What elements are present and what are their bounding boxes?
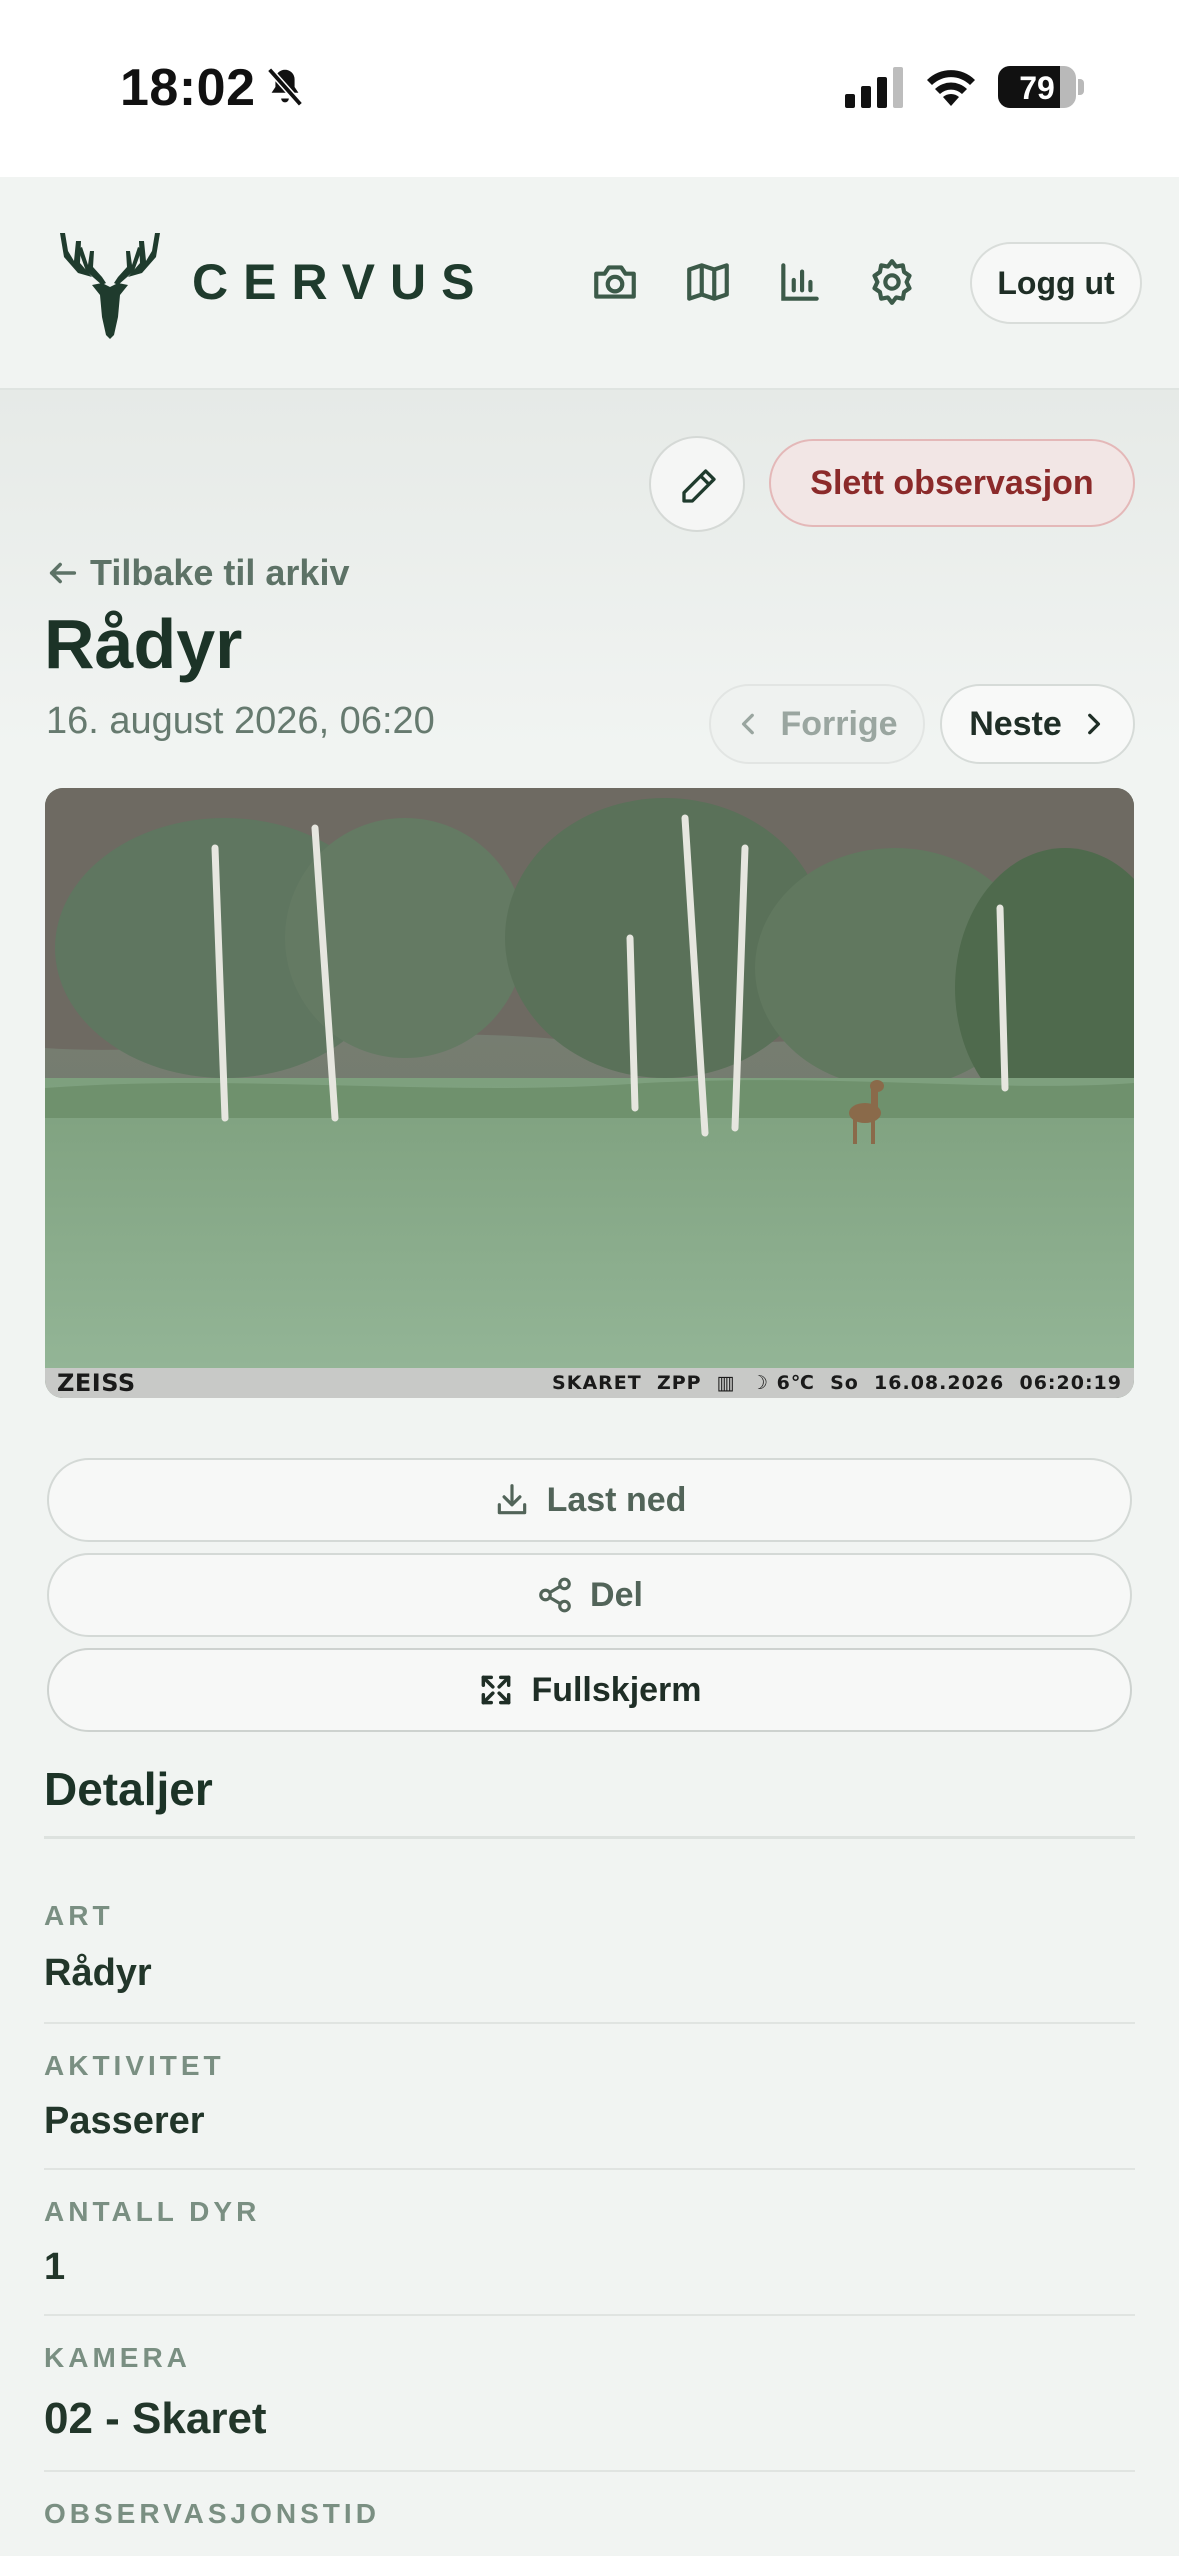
observation-datetime: 16. august 2026, 06:20: [46, 700, 435, 742]
detail-label-species: ART: [44, 1900, 114, 1931]
detail-label-observation-time: OBSERVASJONSTID: [44, 2498, 380, 2529]
detail-value-species: Rådyr: [44, 1952, 152, 1994]
camera-info-bar: ZEISS SKARET ZPP ▥ ☽ 6℃ So 16.08.2026 06…: [45, 1368, 1134, 1398]
brand-name[interactable]: CERVUS: [192, 253, 489, 311]
detail-label-animal-count: ANTALL DYR: [44, 2196, 261, 2227]
detail-divider: [44, 2168, 1135, 2170]
status-bar: 18:02 79: [0, 0, 1179, 177]
download-label: Last ned: [546, 1480, 687, 1519]
chevron-right-icon: [1087, 713, 1100, 735]
share-label: Del: [590, 1575, 643, 1614]
battery-cap: [1078, 79, 1084, 95]
deer-head-logo-icon[interactable]: [56, 227, 164, 345]
back-to-archive-link[interactable]: Tilbake til arkiv: [46, 552, 349, 594]
share-button[interactable]: Del: [47, 1553, 1132, 1637]
share-icon: [539, 1577, 571, 1613]
wifi-icon: [927, 70, 975, 106]
next-label: Neste: [969, 704, 1062, 743]
delete-observation-button[interactable]: Slett observasjon: [769, 439, 1135, 527]
download-button[interactable]: Last ned: [47, 1458, 1132, 1542]
edit-button[interactable]: [649, 436, 745, 532]
app-header: CERVUS Logg ut: [0, 177, 1179, 390]
previous-label: Forrige: [780, 704, 898, 743]
observation-photo[interactable]: ZEISS SKARET ZPP ▥ ☽ 6℃ So 16.08.2026 06…: [45, 788, 1134, 1398]
details-heading: Detaljer: [44, 1763, 213, 1815]
status-time: 18:02: [120, 59, 256, 117]
detail-value-activity: Passerer: [44, 2100, 205, 2142]
bell-slash-icon: [267, 67, 303, 107]
camera-stamp: SKARET ZPP ▥ ☽ 6℃ So 16.08.2026 06:20:19: [552, 1372, 1122, 1394]
download-icon: [497, 1484, 526, 1515]
camera-icon[interactable]: [590, 257, 640, 307]
map-icon[interactable]: [683, 257, 733, 307]
detail-divider: [44, 2470, 1135, 2472]
detail-divider: [44, 2314, 1135, 2316]
back-link-label: Tilbake til arkiv: [90, 552, 350, 593]
next-button[interactable]: Neste: [940, 684, 1135, 764]
page-title: Rådyr: [44, 605, 243, 683]
detail-value-animal-count: 1: [44, 2246, 66, 2288]
details-divider: [44, 1836, 1135, 1839]
fullscreen-button[interactable]: Fullskjerm: [47, 1648, 1132, 1732]
chevron-left-icon: [742, 713, 755, 735]
detail-label-camera: KAMERA: [44, 2342, 191, 2373]
detail-label-activity: AKTIVITET: [44, 2050, 225, 2081]
trail-camera-image: [45, 788, 1134, 1368]
pencil-icon: [682, 469, 716, 503]
chart-icon[interactable]: [775, 257, 825, 307]
previous-button[interactable]: Forrige: [709, 684, 925, 764]
arrow-left-icon: [49, 562, 77, 584]
battery-level: 79: [1019, 70, 1055, 106]
detail-value-camera: 02 - Skaret: [44, 2394, 267, 2443]
gear-icon[interactable]: [867, 257, 917, 307]
battery-icon: 79: [998, 66, 1076, 108]
camera-brand: ZEISS: [57, 1369, 136, 1397]
expand-icon: [482, 1675, 511, 1705]
detail-divider: [44, 2022, 1135, 2024]
cellular-signal-icon: [845, 67, 903, 108]
fullscreen-label: Fullskjerm: [531, 1670, 702, 1709]
logout-button[interactable]: Logg ut: [970, 242, 1142, 324]
